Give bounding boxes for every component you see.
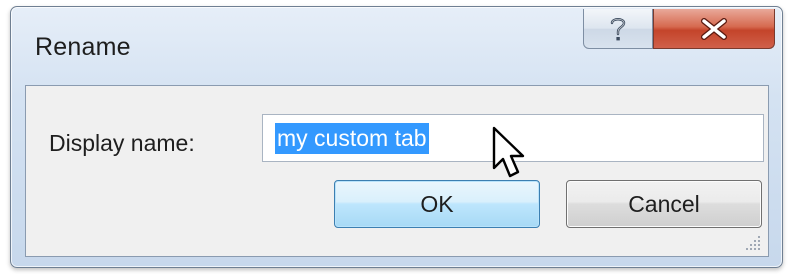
dialog-title: Rename (35, 33, 131, 61)
ok-button[interactable]: OK (334, 180, 540, 228)
display-name-label: Display name: (49, 130, 195, 156)
rename-dialog: Rename Display name: my custom tab OK Ca… (10, 6, 783, 268)
title-bar[interactable]: Rename (11, 7, 782, 83)
close-x-icon (701, 17, 727, 40)
dialog-content: Display name: my custom tab OK Cancel (25, 85, 769, 257)
resize-grip-icon[interactable] (744, 234, 762, 252)
selected-text: my custom tab (275, 123, 429, 154)
close-button[interactable] (653, 9, 775, 49)
cancel-button[interactable]: Cancel (566, 180, 762, 228)
help-button[interactable] (583, 9, 653, 49)
question-mark-icon (610, 17, 626, 40)
arrow-pointer-icon (492, 126, 525, 178)
